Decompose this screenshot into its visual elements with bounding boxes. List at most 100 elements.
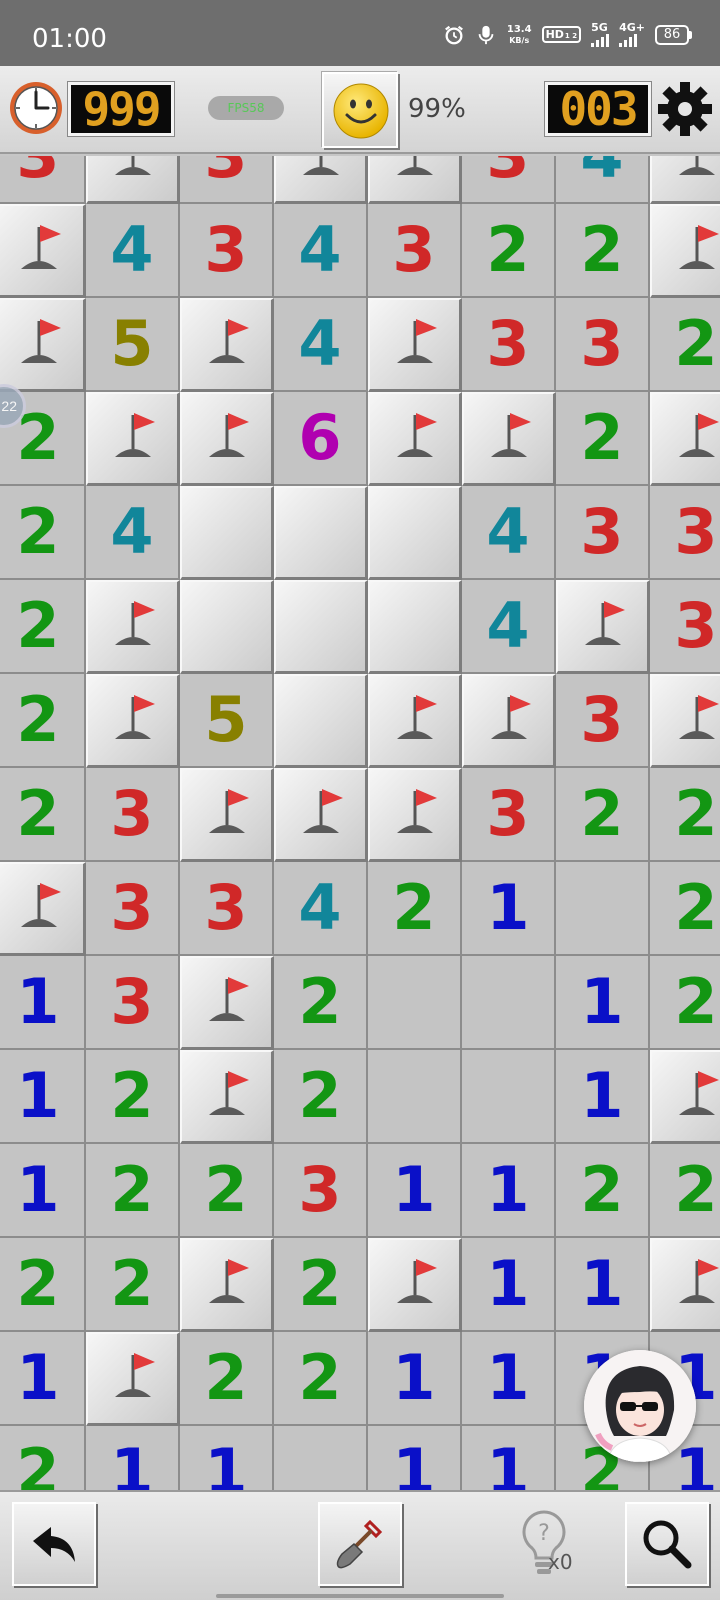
flagged-cell[interactable] xyxy=(650,1238,720,1332)
covered-cell[interactable] xyxy=(368,580,462,674)
number-cell[interactable]: 3 xyxy=(0,156,86,204)
number-cell[interactable]: 3 xyxy=(462,768,556,862)
floating-avatar-button[interactable] xyxy=(584,1350,696,1462)
number-cell[interactable]: 2 xyxy=(86,1238,180,1332)
number-cell[interactable]: 3 xyxy=(462,298,556,392)
flagged-cell[interactable] xyxy=(368,392,462,486)
number-cell[interactable]: 2 xyxy=(0,580,86,674)
flagged-cell[interactable] xyxy=(0,298,86,392)
flagged-cell[interactable] xyxy=(650,204,720,298)
number-cell[interactable]: 4 xyxy=(86,486,180,580)
number-cell[interactable]: 1 xyxy=(462,1426,556,1490)
number-cell[interactable]: 3 xyxy=(462,156,556,204)
flagged-cell[interactable] xyxy=(180,392,274,486)
covered-cell[interactable] xyxy=(368,486,462,580)
number-cell[interactable]: 1 xyxy=(556,956,650,1050)
number-cell[interactable]: 2 xyxy=(180,1332,274,1426)
flagged-cell[interactable] xyxy=(368,156,462,204)
flagged-cell[interactable] xyxy=(368,298,462,392)
flagged-cell[interactable] xyxy=(180,768,274,862)
covered-cell[interactable] xyxy=(274,486,368,580)
flagged-cell[interactable] xyxy=(86,674,180,768)
number-cell[interactable]: 1 xyxy=(368,1426,462,1490)
number-cell[interactable]: 2 xyxy=(556,392,650,486)
dig-mode-button[interactable] xyxy=(318,1502,402,1586)
empty-cell[interactable] xyxy=(462,1050,556,1144)
covered-cell[interactable] xyxy=(274,674,368,768)
number-cell[interactable]: 4 xyxy=(274,298,368,392)
empty-cell[interactable] xyxy=(368,956,462,1050)
number-cell[interactable]: 3 xyxy=(180,862,274,956)
flagged-cell[interactable] xyxy=(0,862,86,956)
flagged-cell[interactable] xyxy=(462,392,556,486)
number-cell[interactable]: 1 xyxy=(368,1332,462,1426)
number-cell[interactable]: 2 xyxy=(650,768,720,862)
number-cell[interactable]: 3 xyxy=(650,580,720,674)
number-cell[interactable]: 2 xyxy=(274,1050,368,1144)
number-cell[interactable]: 3 xyxy=(180,156,274,204)
empty-cell[interactable] xyxy=(556,862,650,956)
covered-cell[interactable] xyxy=(180,486,274,580)
number-cell[interactable]: 3 xyxy=(86,956,180,1050)
number-cell[interactable]: 1 xyxy=(556,1238,650,1332)
number-cell[interactable]: 3 xyxy=(86,862,180,956)
number-cell[interactable]: 2 xyxy=(0,1426,86,1490)
number-cell[interactable]: 1 xyxy=(462,1144,556,1238)
number-cell[interactable]: 2 xyxy=(650,956,720,1050)
number-cell[interactable]: 2 xyxy=(650,298,720,392)
number-cell[interactable]: 2 xyxy=(0,768,86,862)
flagged-cell[interactable] xyxy=(86,1332,180,1426)
number-cell[interactable]: 1 xyxy=(0,1050,86,1144)
number-cell[interactable]: 2 xyxy=(274,956,368,1050)
number-cell[interactable]: 1 xyxy=(462,1238,556,1332)
flagged-cell[interactable] xyxy=(86,580,180,674)
flagged-cell[interactable] xyxy=(650,1050,720,1144)
number-cell[interactable]: 3 xyxy=(556,674,650,768)
flagged-cell[interactable] xyxy=(274,156,368,204)
number-cell[interactable]: 1 xyxy=(180,1426,274,1490)
flagged-cell[interactable] xyxy=(86,156,180,204)
number-cell[interactable]: 1 xyxy=(556,1050,650,1144)
number-cell[interactable]: 2 xyxy=(0,674,86,768)
new-game-smiley-button[interactable] xyxy=(322,72,398,148)
flagged-cell[interactable] xyxy=(274,768,368,862)
number-cell[interactable]: 2 xyxy=(86,1050,180,1144)
number-cell[interactable]: 2 xyxy=(86,1144,180,1238)
number-cell[interactable]: 2 xyxy=(556,204,650,298)
number-cell[interactable]: 6 xyxy=(274,392,368,486)
number-cell[interactable]: 1 xyxy=(368,1144,462,1238)
flagged-cell[interactable] xyxy=(556,580,650,674)
number-cell[interactable]: 2 xyxy=(274,1332,368,1426)
number-cell[interactable]: 2 xyxy=(462,204,556,298)
number-cell[interactable]: 4 xyxy=(462,580,556,674)
flagged-cell[interactable] xyxy=(650,392,720,486)
flagged-cell[interactable] xyxy=(180,1050,274,1144)
number-cell[interactable]: 2 xyxy=(556,1144,650,1238)
empty-cell[interactable] xyxy=(462,956,556,1050)
number-cell[interactable]: 2 xyxy=(556,768,650,862)
number-cell[interactable]: 2 xyxy=(650,862,720,956)
flagged-cell[interactable] xyxy=(650,674,720,768)
flagged-cell[interactable] xyxy=(180,1238,274,1332)
number-cell[interactable]: 3 xyxy=(180,204,274,298)
number-cell[interactable]: 5 xyxy=(180,674,274,768)
flagged-cell[interactable] xyxy=(368,1238,462,1332)
number-cell[interactable]: 3 xyxy=(650,486,720,580)
number-cell[interactable]: 1 xyxy=(0,1332,86,1426)
covered-cell[interactable] xyxy=(180,580,274,674)
flagged-cell[interactable] xyxy=(368,674,462,768)
number-cell[interactable]: 3 xyxy=(556,298,650,392)
number-cell[interactable]: 2 xyxy=(274,1238,368,1332)
flagged-cell[interactable] xyxy=(368,768,462,862)
flagged-cell[interactable] xyxy=(180,956,274,1050)
number-cell[interactable]: 1 xyxy=(462,862,556,956)
number-cell[interactable]: 1 xyxy=(0,1144,86,1238)
number-cell[interactable]: 3 xyxy=(368,204,462,298)
number-cell[interactable]: 4 xyxy=(556,156,650,204)
number-cell[interactable]: 2 xyxy=(650,1144,720,1238)
flagged-cell[interactable] xyxy=(462,674,556,768)
number-cell[interactable]: 3 xyxy=(556,486,650,580)
gear-icon[interactable] xyxy=(656,80,714,138)
number-cell[interactable]: 4 xyxy=(86,204,180,298)
covered-cell[interactable] xyxy=(274,580,368,674)
